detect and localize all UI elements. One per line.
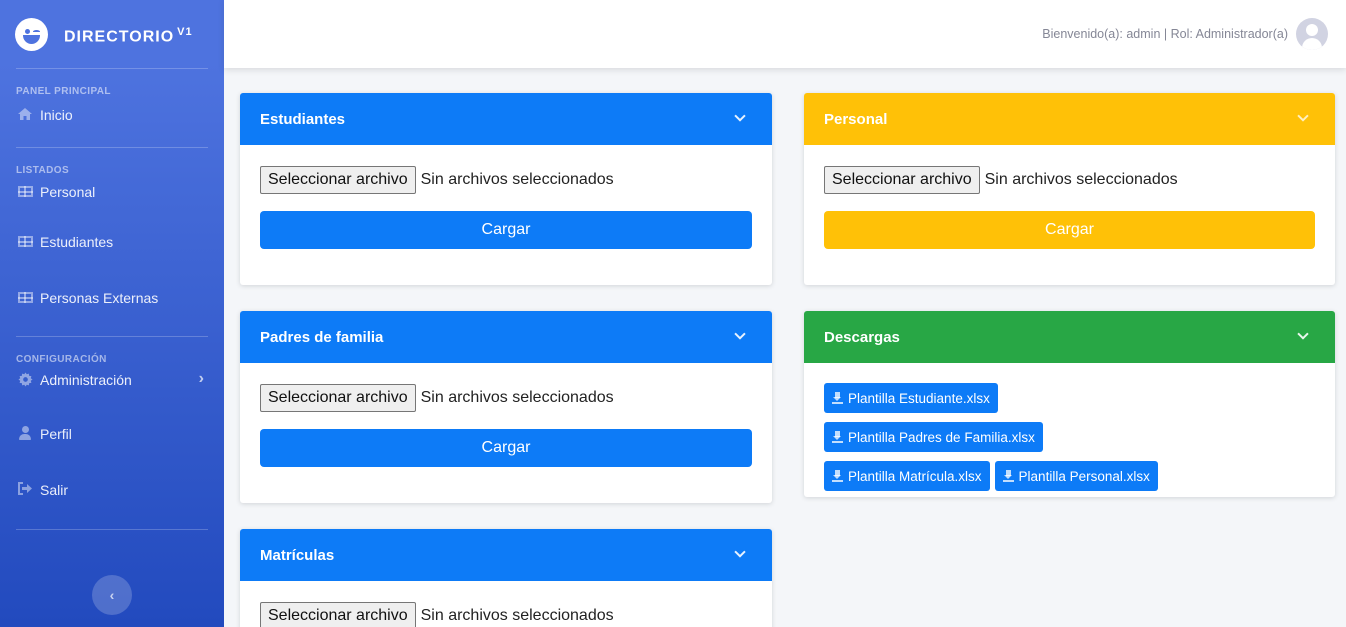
card-body: Seleccionar archivo Sin archivos selecci…	[240, 581, 772, 627]
sidebar-heading-configuracion: CONFIGURACIÓN	[16, 354, 107, 365]
sidebar-item-estudiantes[interactable]: Estudiantes	[0, 232, 224, 288]
welcome-text: Bienvenido(a): admin | Rol: Administrado…	[1042, 27, 1288, 41]
sidebar-item-personal[interactable]: Personal	[0, 182, 224, 232]
sidebar-item-label: Estudiantes	[40, 234, 114, 250]
card-matriculas: Matrículas Seleccionar archivo Sin archi…	[240, 529, 772, 627]
sidebar: DIRECTORIO V1 PANEL PRINCIPAL Inicio LIST…	[0, 0, 224, 627]
sidebar-item-label: Inicio	[40, 107, 73, 123]
sidebar-item-label: Personal	[40, 184, 96, 200]
card-title: Descargas	[824, 328, 900, 346]
download-icon	[832, 392, 843, 404]
sidebar-toggle-button[interactable]: ‹	[92, 575, 132, 615]
download-padres-button[interactable]: Plantilla Padres de Familia.xlsx	[824, 422, 1043, 452]
select-file-button[interactable]: Seleccionar archivo	[260, 166, 416, 194]
file-status: Sin archivos seleccionados	[420, 389, 614, 406]
sidebar-item-label: Salir	[40, 482, 69, 498]
upload-button[interactable]: Cargar	[260, 211, 752, 249]
sidebar-item-salir[interactable]: Salir	[0, 479, 224, 529]
avatar[interactable]	[1296, 18, 1328, 50]
sidebar-item-administracion[interactable]: Administración ›	[0, 369, 224, 423]
sidebar-toggle-wrap: ‹	[0, 575, 224, 615]
download-label: Plantilla Padres de Familia.xlsx	[848, 429, 1035, 445]
card-personal: Personal Seleccionar archivo Sin archivo…	[804, 93, 1335, 285]
download-icon	[832, 431, 843, 443]
select-file-button[interactable]: Seleccionar archivo	[824, 166, 980, 194]
card-body: Seleccionar archivo Sin archivos selecci…	[240, 363, 772, 487]
card-title: Matrículas	[260, 546, 335, 564]
sidebar-item-personas-externas[interactable]: Personas Externas	[0, 288, 224, 336]
chevron-down-icon[interactable]	[1297, 328, 1309, 340]
file-status: Sin archivos seleccionados	[984, 171, 1178, 188]
file-input[interactable]: Seleccionar archivo Sin archivos selecci…	[824, 165, 1315, 195]
download-label: Plantilla Estudiante.xlsx	[848, 390, 990, 406]
download-icon	[832, 470, 843, 482]
file-status: Sin archivos seleccionados	[420, 607, 614, 624]
sidebar-item-label: Personas Externas	[40, 290, 159, 306]
chevron-left-icon: ‹	[109, 587, 115, 603]
download-label: Plantilla Matrícula.xlsx	[848, 468, 982, 484]
table-icon	[16, 236, 34, 247]
sidebar-item-inicio[interactable]: Inicio	[0, 103, 224, 147]
brand-version: V1	[177, 25, 193, 38]
user-icon	[16, 426, 34, 440]
card-header[interactable]: Personal	[804, 93, 1335, 145]
sidebar-heading-listados: LISTADOS	[16, 165, 70, 176]
home-icon	[16, 107, 34, 121]
card-padres-de-familia: Padres de familia Seleccionar archivo Si…	[240, 311, 772, 503]
card-title: Estudiantes	[260, 110, 346, 128]
card-header[interactable]: Estudiantes	[240, 93, 772, 145]
download-estudiante-button[interactable]: Plantilla Estudiante.xlsx	[824, 383, 998, 413]
upload-button[interactable]: Cargar	[824, 211, 1315, 249]
wink-face-logo-icon	[15, 17, 48, 51]
file-input[interactable]: Seleccionar archivo Sin archivos selecci…	[260, 383, 752, 413]
select-file-button[interactable]: Seleccionar archivo	[260, 602, 416, 627]
card-header[interactable]: Matrículas	[240, 529, 772, 581]
card-body: Seleccionar archivo Sin archivos selecci…	[804, 145, 1335, 269]
card-estudiantes: Estudiantes Seleccionar archivo Sin arch…	[240, 93, 772, 285]
download-icon	[1002, 470, 1014, 482]
file-input[interactable]: Seleccionar archivo Sin archivos selecci…	[260, 601, 752, 627]
chevron-down-icon[interactable]	[1297, 110, 1309, 122]
card-title: Padres de familia	[260, 328, 384, 346]
file-input[interactable]: Seleccionar archivo Sin archivos selecci…	[260, 165, 752, 195]
card-header[interactable]: Descargas	[804, 311, 1335, 363]
select-file-button[interactable]: Seleccionar archivo	[260, 384, 416, 412]
table-icon	[16, 292, 34, 303]
sidebar-heading-panel: PANEL PRINCIPAL	[16, 86, 111, 97]
sidebar-item-perfil[interactable]: Perfil	[0, 423, 224, 479]
chevron-down-icon[interactable]	[734, 328, 746, 340]
card-header[interactable]: Padres de familia	[240, 311, 772, 363]
topbar: Bienvenido(a): admin | Rol: Administrado…	[224, 0, 1346, 68]
sign-out-icon	[16, 482, 34, 495]
chevron-down-icon[interactable]	[734, 110, 746, 122]
file-status: Sin archivos seleccionados	[420, 171, 614, 188]
download-label: Plantilla Personal.xlsx	[1018, 468, 1150, 484]
sidebar-item-label: Perfil	[40, 426, 72, 442]
chevron-down-icon[interactable]	[734, 546, 746, 558]
card-body: Seleccionar archivo Sin archivos selecci…	[240, 145, 772, 269]
brand-name: DIRECTORIO V1	[64, 25, 193, 46]
table-icon	[16, 186, 34, 197]
brand[interactable]: DIRECTORIO V1	[0, 0, 224, 68]
download-personal-button[interactable]: Plantilla Personal.xlsx	[994, 461, 1158, 491]
gear-icon	[16, 372, 34, 387]
sidebar-divider	[16, 529, 208, 530]
download-matricula-button[interactable]: Plantilla Matrícula.xlsx	[824, 461, 990, 491]
downloads-list: Plantilla Estudiante.xlsx Plantilla Padr…	[804, 363, 1224, 491]
sidebar-item-label: Administración	[40, 372, 132, 388]
card-title: Personal	[824, 110, 888, 128]
upload-button[interactable]: Cargar	[260, 429, 752, 467]
chevron-right-icon: ›	[198, 370, 204, 387]
card-descargas: Descargas Plantilla Estudiante.xlsx Plan…	[804, 311, 1335, 497]
